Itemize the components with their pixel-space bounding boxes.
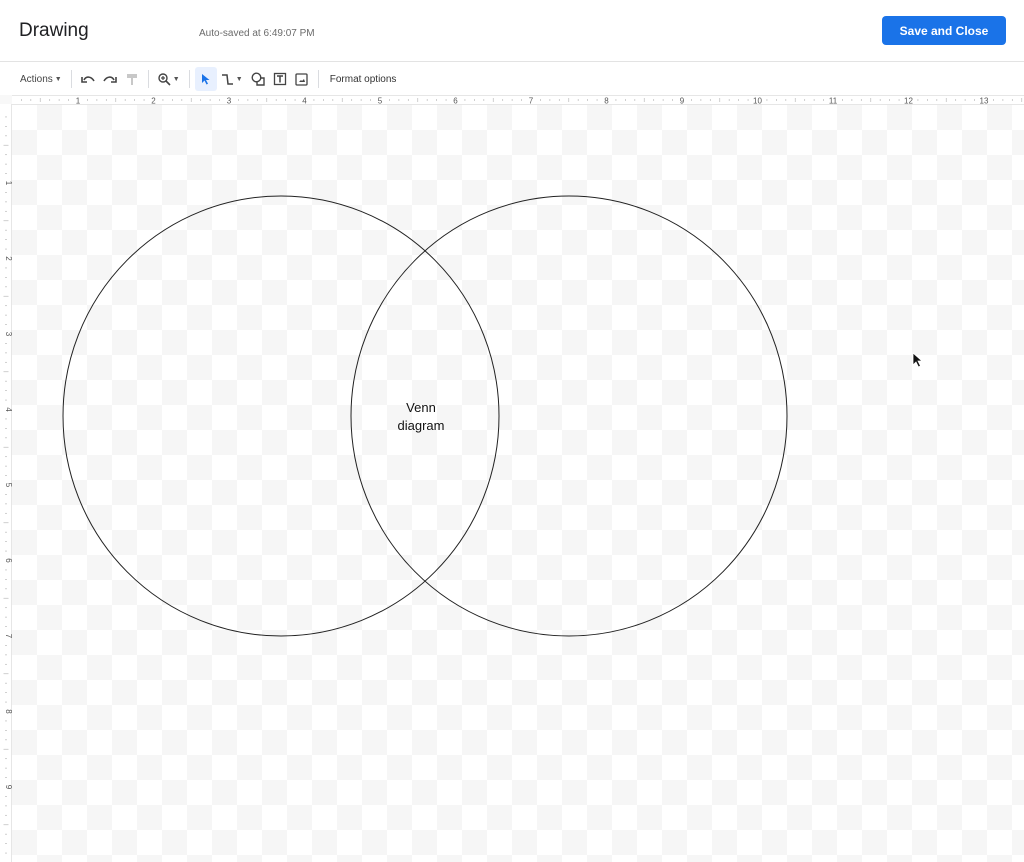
horizontal-ruler-ticks: 1 2 3 4 5 6 7 8 9 10 11 12 13 bbox=[21, 97, 1023, 106]
venn-text-line-2: diagram bbox=[397, 418, 445, 433]
ruler-label: 2 bbox=[151, 97, 156, 106]
ruler-label: 5 bbox=[378, 97, 383, 106]
text-box-tool-button[interactable] bbox=[269, 67, 291, 91]
ruler-label: 9 bbox=[4, 785, 12, 790]
select-tool-button[interactable] bbox=[194, 67, 217, 91]
undo-button[interactable] bbox=[77, 67, 99, 91]
vertical-ruler[interactable]: 1 2 3 4 5 6 7 8 9 bbox=[0, 104, 12, 862]
ruler-label: 7 bbox=[529, 97, 534, 106]
ruler-label: 1 bbox=[4, 181, 12, 186]
toolbar: Actions ▼ ▼ ▼ Format options bbox=[0, 64, 1024, 94]
ruler-label: 4 bbox=[302, 97, 307, 106]
chevron-down-icon: ▼ bbox=[54, 75, 62, 83]
mouse-cursor-icon bbox=[912, 352, 924, 368]
ruler-label: 8 bbox=[4, 709, 12, 714]
zoom-in-icon bbox=[158, 72, 171, 86]
ruler-label: 10 bbox=[753, 97, 762, 106]
shape-icon bbox=[251, 72, 265, 86]
select-arrow-icon bbox=[201, 74, 210, 85]
horizontal-ruler[interactable]: 1 2 3 4 5 6 7 8 9 10 11 12 13 bbox=[12, 95, 1024, 105]
ruler-label: 6 bbox=[4, 558, 12, 563]
vertical-ruler-ticks: 1 2 3 4 5 6 7 8 9 bbox=[3, 116, 12, 854]
ruler-label: 8 bbox=[604, 97, 609, 106]
undo-icon bbox=[80, 76, 95, 83]
drawing-canvas[interactable] bbox=[12, 105, 1024, 862]
shape-tool-button[interactable] bbox=[247, 67, 269, 91]
redo-icon bbox=[103, 76, 117, 83]
ruler-label: 9 bbox=[680, 97, 685, 106]
ruler-label: 4 bbox=[4, 407, 12, 412]
toolbar-divider bbox=[147, 70, 149, 88]
ruler-label: 6 bbox=[453, 97, 458, 106]
ruler-label: 1 bbox=[76, 97, 81, 106]
ruler-label: 3 bbox=[4, 332, 12, 337]
image-icon bbox=[295, 72, 308, 86]
toolbar-divider bbox=[70, 70, 72, 88]
save-and-close-button[interactable]: Save and Close bbox=[882, 16, 1006, 45]
autosave-status: Auto-saved at 6:49:07 PM bbox=[199, 28, 315, 39]
ruler-label: 2 bbox=[4, 256, 12, 261]
paint-format-icon bbox=[126, 73, 137, 85]
ruler-label: 3 bbox=[227, 97, 232, 106]
text-box-icon bbox=[273, 72, 286, 86]
actions-label: Actions bbox=[20, 73, 53, 85]
ruler-label: 13 bbox=[980, 97, 989, 106]
ruler-label: 5 bbox=[4, 483, 12, 488]
actions-menu[interactable]: Actions ▼ bbox=[14, 67, 66, 91]
toolbar-divider bbox=[188, 70, 190, 88]
paint-format-button[interactable] bbox=[121, 67, 143, 91]
format-options-button[interactable]: Format options bbox=[324, 67, 397, 91]
venn-text-box[interactable]: Venn diagram bbox=[371, 399, 471, 435]
chevron-down-icon: ▼ bbox=[172, 75, 180, 83]
drawing-header: Drawing Auto-saved at 6:49:07 PM Save an… bbox=[0, 0, 1024, 62]
ruler-label: 7 bbox=[4, 634, 12, 639]
ruler-label: 11 bbox=[829, 97, 838, 106]
ruler-label: 12 bbox=[904, 97, 913, 106]
image-tool-button[interactable] bbox=[291, 67, 313, 91]
toolbar-divider bbox=[317, 70, 319, 88]
venn-text-line-1: Venn bbox=[406, 400, 436, 415]
line-icon bbox=[221, 73, 233, 85]
redo-button[interactable] bbox=[99, 67, 121, 91]
chevron-down-icon: ▼ bbox=[235, 75, 243, 83]
line-tool-button[interactable]: ▼ bbox=[217, 67, 247, 91]
drawing-title[interactable]: Drawing bbox=[19, 20, 89, 42]
zoom-button[interactable]: ▼ bbox=[154, 67, 184, 91]
